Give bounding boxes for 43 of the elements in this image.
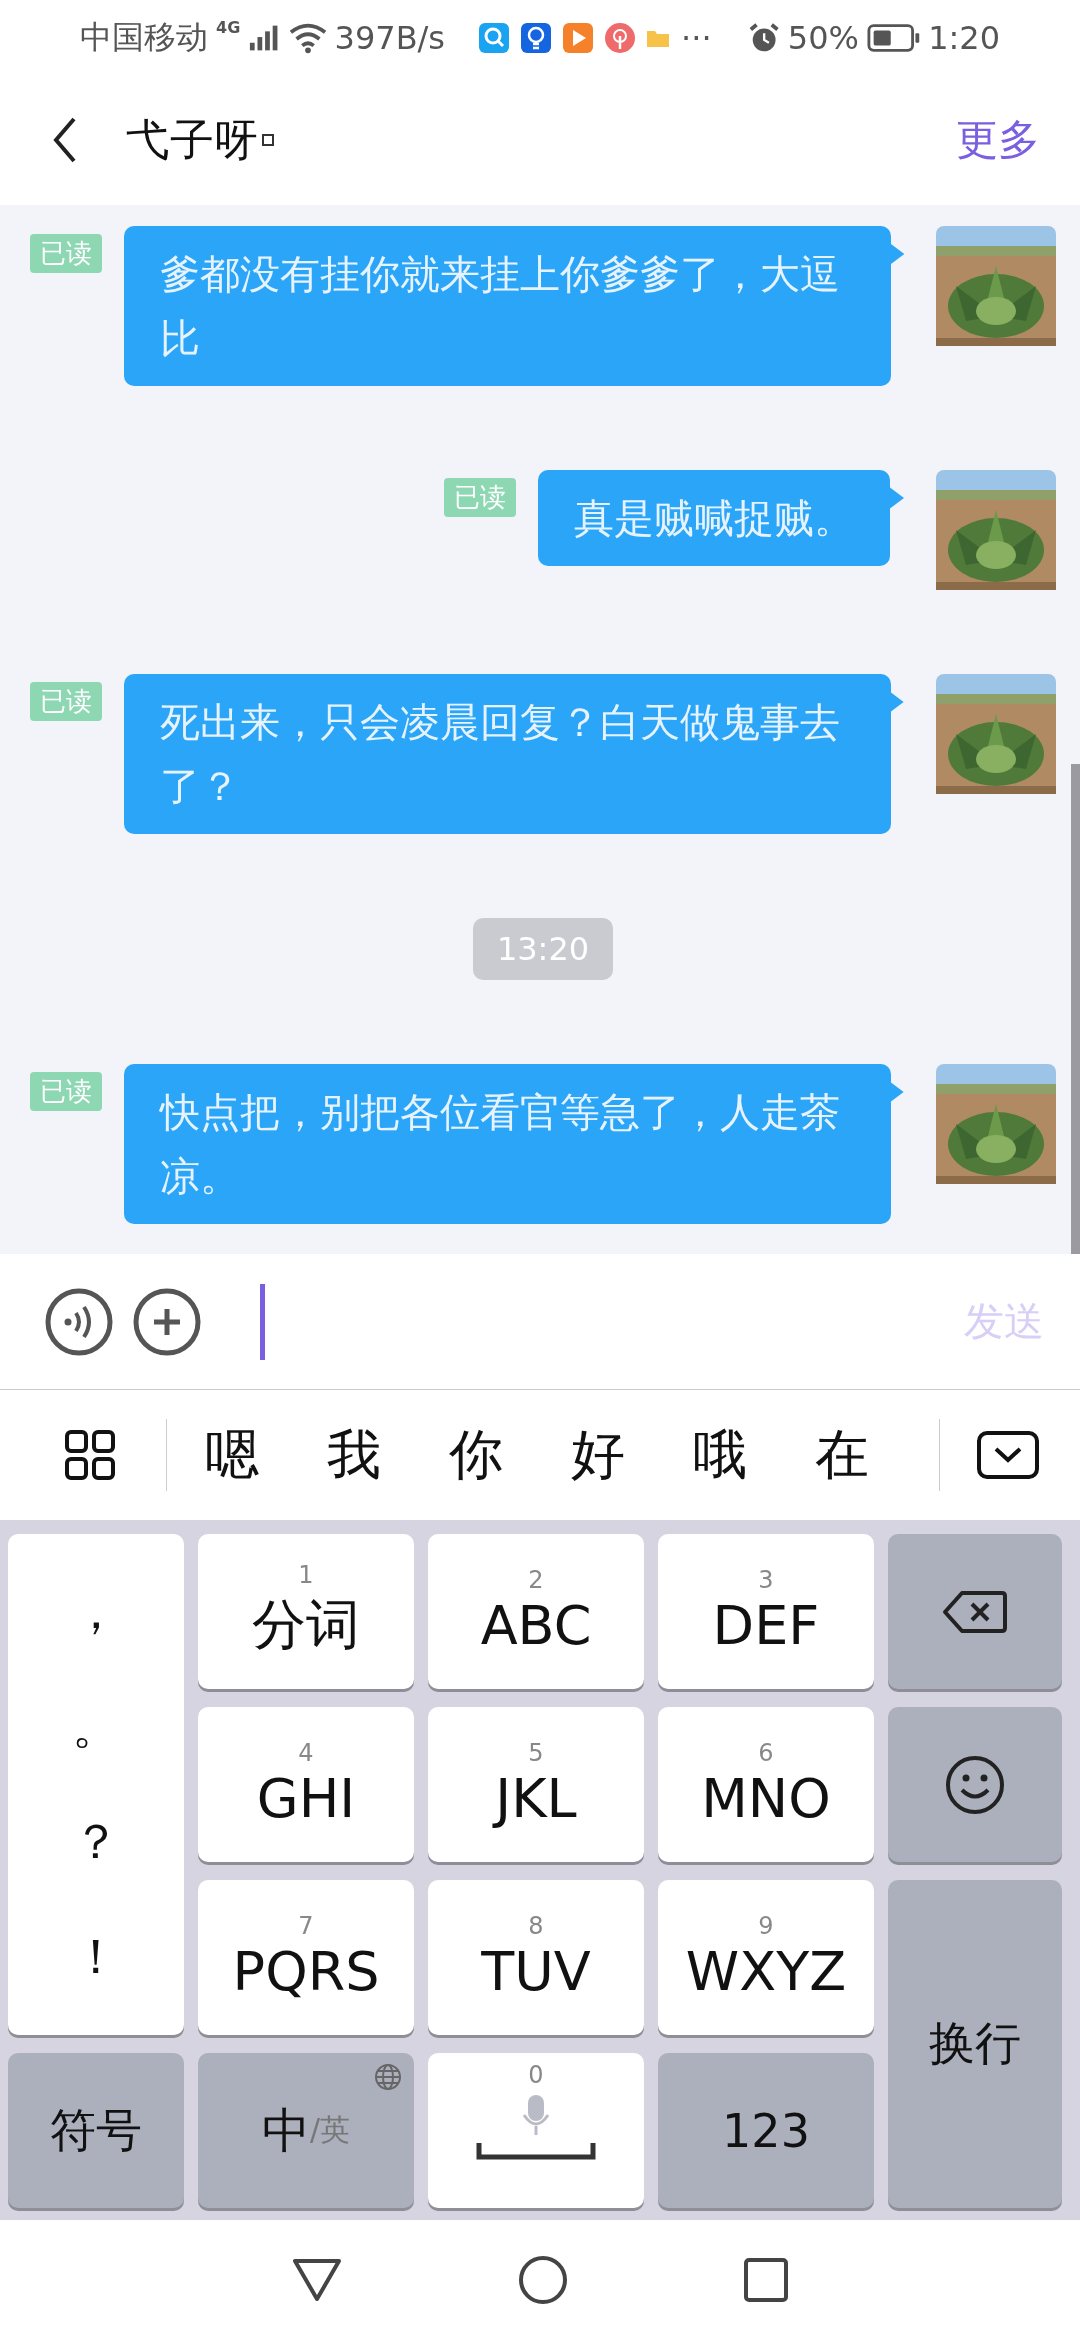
letter-key[interactable]: 7 PQRS [198,1880,414,2035]
chinese-label: 中 [261,2100,310,2160]
more-notifications-label: ··· [681,18,712,57]
numbers-key[interactable]: 123 [658,2053,874,2208]
candidate-word[interactable]: 你 [449,1418,503,1492]
message-bubble: 快点把，别把各位看官等急了，人走茶凉。 [124,1064,892,1224]
punctuation-mark[interactable]: 。 [72,1694,120,1759]
letter-key[interactable]: 8 TUV [428,1880,644,2035]
letter-key[interactable]: 9 WXYZ [658,1880,874,2035]
space-key[interactable]: 0 [428,2053,644,2208]
letter-key[interactable]: 3 DEF [658,1534,874,1689]
punctuation-key[interactable]: ， 。 ？ ！ [8,1534,184,2035]
candidate-word[interactable]: 好 [571,1418,625,1492]
letter-key[interactable]: 2 ABC [428,1534,644,1689]
punctuation-mark[interactable]: ， [72,1579,120,1644]
letter-key[interactable]: 6 MNO [658,1707,874,1862]
message-bubble: 爹都没有挂你就来挂上你爹爹了，大逗比 [124,226,891,386]
read-tag: 已读 [30,682,102,721]
letter-key[interactable]: 4 GHI [198,1707,414,1862]
candidate-word[interactable]: 在 [815,1418,869,1492]
punctuation-mark[interactable]: ？ [72,1810,120,1875]
candidate-word[interactable]: 哦 [693,1418,747,1492]
english-label: /英 [309,2111,351,2149]
speed-label: 397B/s [334,18,446,57]
read-tag: 已读 [30,234,102,273]
candidate-word[interactable]: 嗯 [205,1418,259,1492]
symbols-key[interactable]: 符号 [8,2053,184,2208]
language-key[interactable]: 中/英 [198,2053,414,2208]
carrier-label: 中国移动 [80,16,208,58]
punctuation-mark[interactable]: ！ [72,1925,120,1990]
more-button[interactable]: 更多 [956,112,1040,168]
candidate-word[interactable]: 我 [327,1418,381,1492]
message-bubble: 死出来，只会凌晨回复？白天做鬼事去了？ [124,674,892,834]
letter-key[interactable]: 5 JKL [428,1707,644,1862]
letter-key[interactable]: 1 分词 [198,1534,414,1689]
enter-key[interactable]: 换行 [888,1880,1062,2208]
chat-title: 弋子呀 [126,112,258,167]
clock-time: 1:20 [928,18,1000,57]
battery-percent: 50% [787,18,859,57]
read-tag: 已读 [444,478,516,517]
message-bubble: 真是贼喊捉贼。 [538,470,890,566]
read-tag: 已读 [30,1072,102,1111]
network-label: 4G [216,18,241,37]
